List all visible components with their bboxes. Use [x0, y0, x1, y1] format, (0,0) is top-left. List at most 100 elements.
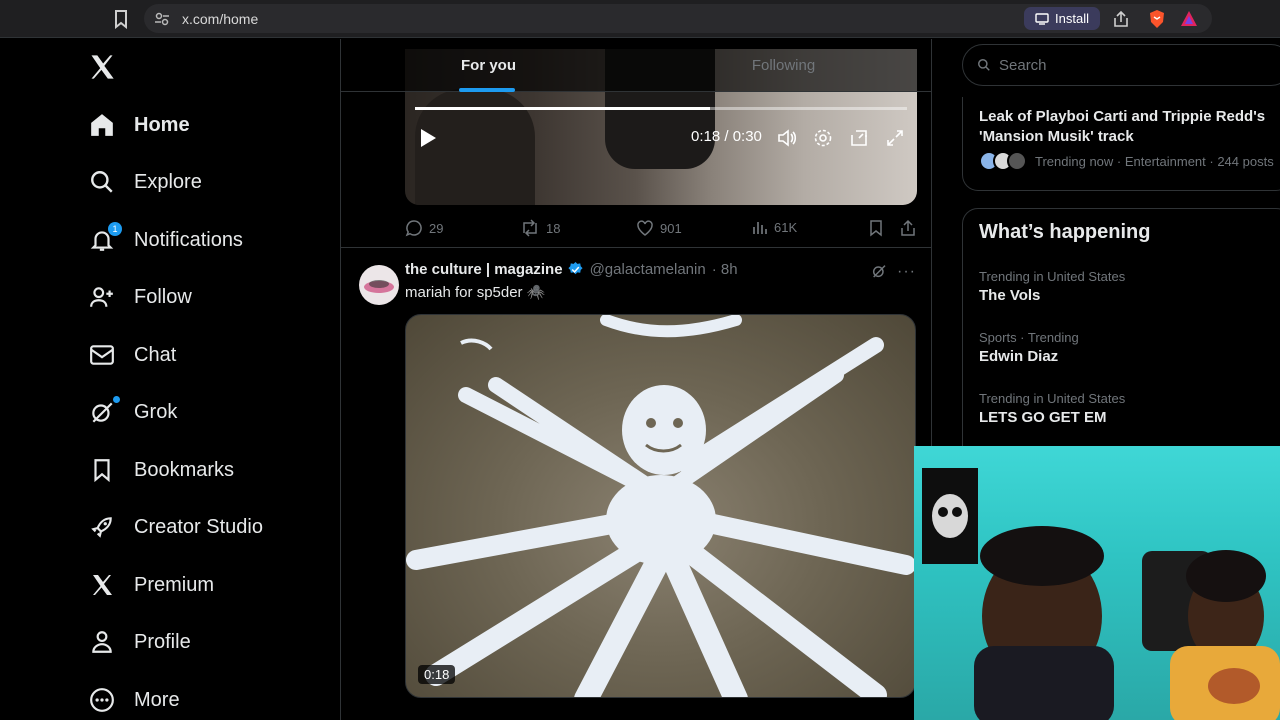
news-meta: Trending now · Entertainment · 244 posts [979, 151, 1274, 171]
mail-icon [88, 341, 116, 369]
trend-item[interactable]: Sports · Trending Edwin Diaz [979, 330, 1079, 365]
tab-label: Following [751, 57, 816, 74]
news-card[interactable]: Leak of Playboi Carti and Trippie Redd's… [962, 97, 1280, 191]
video-progress-fill [415, 107, 711, 110]
trend-name: LETS GO GET EM [979, 409, 1107, 426]
rewards-triangle-icon[interactable] [1180, 10, 1198, 27]
like-count: 901 [660, 220, 682, 236]
share-icon[interactable] [899, 219, 917, 237]
repost-button[interactable]: 18 [520, 219, 560, 237]
fullscreen-icon[interactable] [885, 128, 905, 148]
views-button[interactable]: 61K [752, 219, 797, 235]
nav-profile[interactable]: Profile [88, 622, 191, 662]
person-add-icon [88, 283, 116, 311]
site-settings-icon[interactable] [154, 11, 170, 27]
avatar [1007, 151, 1027, 171]
nav-more[interactable]: More [88, 680, 180, 720]
avatar-car-logo [364, 280, 394, 293]
grok-dot [113, 396, 120, 403]
browser-toolbar: x.com/home Install [0, 0, 1280, 38]
active-tab-indicator [459, 88, 515, 92]
nav-label: Home [134, 113, 190, 136]
views-count: 61K [774, 219, 798, 235]
tweet-author[interactable]: the culture | magazine [405, 261, 563, 278]
bookmark-icon [88, 456, 116, 484]
video-time: 0:18 / 0:30 [691, 128, 762, 145]
nav-grok[interactable]: Grok [88, 392, 177, 432]
x-logo-icon [88, 571, 116, 599]
repost-count: 18 [546, 220, 561, 236]
bookmark-page-icon[interactable] [112, 9, 130, 29]
webcam-overlay [914, 446, 1280, 720]
tweet-media[interactable]: 0:18 [405, 314, 916, 698]
nav-follow[interactable]: Follow [88, 277, 192, 317]
picture-in-picture-icon[interactable] [849, 128, 869, 148]
webcam-scene [922, 468, 1280, 720]
nav-chat[interactable]: Chat [88, 335, 176, 375]
left-sidebar: Home Explore 1 Notifications Follow Chat… [0, 39, 340, 720]
nav-label: Grok [134, 400, 178, 423]
address-bar[interactable]: x.com/home Install [144, 4, 1212, 33]
share-icon[interactable] [1112, 10, 1130, 28]
trend-name: The Vols [979, 287, 1041, 304]
settings-gear-icon[interactable] [813, 128, 833, 148]
tweet-actions: 29 18 901 61K [405, 219, 917, 239]
grok-icon[interactable] [871, 263, 887, 279]
tweet-text: mariah for sp5der 🕷️ [405, 284, 546, 301]
tab-for-you[interactable]: For you [341, 39, 636, 92]
play-icon[interactable] [419, 128, 437, 148]
avatar[interactable] [359, 265, 399, 305]
nav-label: Notifications [134, 228, 243, 251]
repost-icon [523, 219, 537, 237]
nav-label: Chat [134, 343, 177, 366]
video-progress-bar[interactable] [415, 107, 907, 110]
nav-label: Follow [134, 285, 192, 308]
trend-item[interactable]: Trending in United States The Vols [979, 269, 1125, 304]
url-text[interactable]: x.com/home [182, 11, 258, 27]
tab-following[interactable]: Following [636, 39, 931, 92]
nav-home[interactable]: Home [88, 105, 190, 145]
nav-label: Creator Studio [134, 515, 263, 538]
person-icon [88, 628, 116, 656]
nav-explore[interactable]: Explore [88, 162, 202, 202]
like-button[interactable]: 901 [636, 219, 682, 237]
timeline-tabs: For you Following [341, 39, 931, 92]
heart-icon [637, 220, 653, 236]
notification-badge: 1 [108, 222, 122, 236]
nav-premium[interactable]: Premium [88, 565, 214, 605]
install-button[interactable]: Install [1024, 7, 1100, 30]
trend-name: Edwin Diaz [979, 348, 1059, 365]
reply-button[interactable]: 29 [405, 219, 443, 237]
more-options-icon[interactable]: ··· [897, 263, 916, 281]
grok-icon [88, 396, 120, 426]
x-logo-icon[interactable] [88, 53, 116, 81]
trend-category: Trending in United States [979, 269, 1126, 284]
news-title: Leak of Playboi Carti and Trippie Redd's… [979, 108, 1266, 145]
nav-notifications[interactable]: 1 Notifications [88, 220, 243, 260]
tweet-time[interactable]: · 8h [712, 261, 738, 278]
nav-creator-studio[interactable]: Creator Studio [88, 507, 263, 547]
search-icon [978, 59, 990, 71]
trend-category: Trending in United States [979, 391, 1126, 406]
nav-label: More [134, 688, 180, 711]
tweet-handle[interactable]: @galactamelanin [590, 261, 706, 278]
nav-label: Premium [134, 573, 215, 596]
trend-item[interactable]: Trending in United States LETS GO GET EM [979, 391, 1125, 426]
news-meta-text: Trending now · Entertainment · 244 posts [1035, 153, 1274, 169]
reply-icon [405, 220, 422, 237]
more-circle-icon [88, 686, 116, 714]
bookmark-icon[interactable] [868, 219, 884, 237]
verified-badge-icon [567, 261, 583, 275]
search-icon [88, 168, 116, 196]
section-title: What’s happening [979, 221, 1151, 243]
nav-bookmarks[interactable]: Bookmarks [88, 450, 234, 490]
install-label: Install [1055, 11, 1089, 26]
install-icon [1035, 12, 1049, 25]
nav-label: Bookmarks [134, 458, 235, 481]
whats-happening-card: What’s happening Trending in United Stat… [962, 208, 1280, 468]
search-placeholder: Search [999, 56, 1047, 74]
search-input[interactable]: Search [962, 44, 1280, 86]
tweet-divider [341, 247, 931, 248]
volume-icon[interactable] [777, 128, 797, 148]
brave-shield-icon[interactable] [1148, 9, 1166, 29]
